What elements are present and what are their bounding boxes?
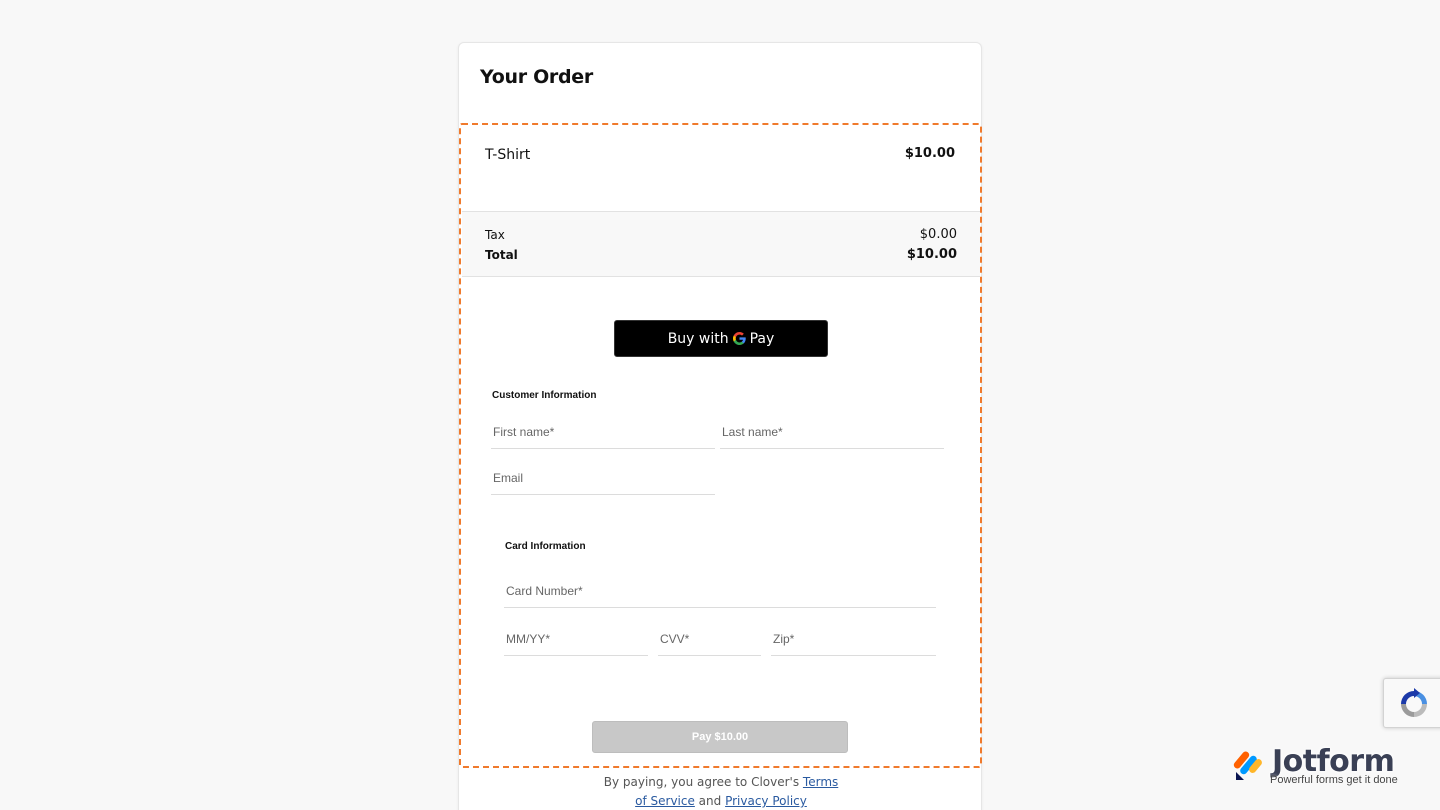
item-name: T-Shirt xyxy=(485,147,531,163)
total-label: Total xyxy=(485,248,518,262)
pay-button[interactable]: Pay $10.00 xyxy=(592,721,848,753)
email-field[interactable] xyxy=(491,467,715,495)
legal-text: By paying, you agree to Clover's Terms o… xyxy=(459,773,983,810)
customer-info-heading: Customer Information xyxy=(492,390,597,401)
last-name-field[interactable] xyxy=(720,421,944,449)
google-g-icon xyxy=(732,332,746,345)
item-price: $10.00 xyxy=(904,146,955,161)
recaptcha-badge[interactable] xyxy=(1383,678,1440,728)
zip-field[interactable] xyxy=(771,628,936,656)
legal-and: and xyxy=(694,794,726,808)
page-title: Your Order xyxy=(480,66,593,88)
google-pay-button[interactable]: Buy with Pay xyxy=(614,320,828,357)
gpay-word: Pay xyxy=(749,330,775,347)
terms-link-part1[interactable]: Terms xyxy=(803,775,838,789)
jotform-branding[interactable]: Jotform Powerful forms get it done xyxy=(1232,744,1412,790)
expiry-field[interactable] xyxy=(504,628,648,656)
card-info-heading: Card Information xyxy=(505,541,586,552)
total-value: $10.00 xyxy=(906,247,957,262)
first-name-field[interactable] xyxy=(491,421,715,449)
gpay-prefix: Buy with xyxy=(667,330,729,347)
totals-panel: Tax $0.00 Total $10.00 xyxy=(462,211,980,277)
jotform-logo-icon xyxy=(1233,751,1262,780)
legal-prefix: By paying, you agree to Clover's xyxy=(603,775,803,789)
card-number-field[interactable] xyxy=(504,580,936,608)
tax-value: $0.00 xyxy=(919,227,957,242)
terms-link-part2[interactable]: of Service xyxy=(635,794,695,808)
tax-label: Tax xyxy=(485,228,505,242)
cvv-field[interactable] xyxy=(658,628,761,656)
jotform-tagline: Powerful forms get it done xyxy=(1270,774,1398,786)
recaptcha-icon xyxy=(1401,688,1427,717)
order-card: Your Order T-Shirt $10.00 Tax $0.00 Tota… xyxy=(458,42,982,810)
privacy-link[interactable]: Privacy Policy xyxy=(725,794,807,808)
